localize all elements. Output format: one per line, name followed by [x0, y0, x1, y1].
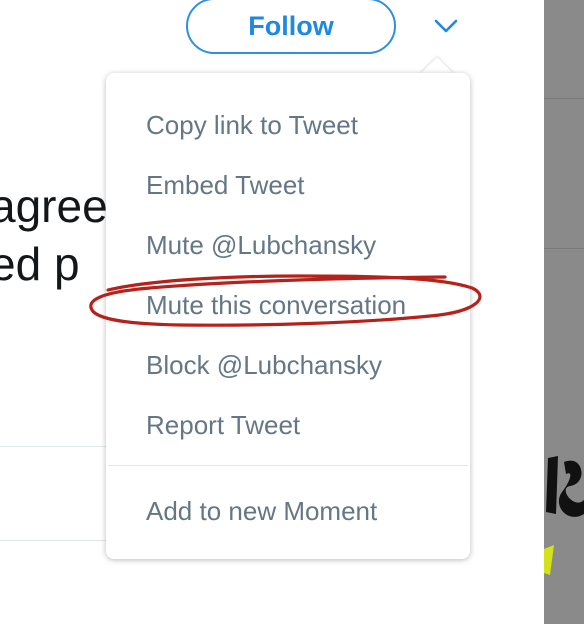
- tweet-text-line-2: ed p: [0, 238, 80, 290]
- menu-divider: [108, 465, 468, 466]
- menu-item-mute-conversation[interactable]: Mute this conversation: [146, 290, 406, 320]
- follow-button[interactable]: Follow: [186, 0, 396, 54]
- tweet-text-line-1: agree: [0, 180, 108, 232]
- tweet-actions-menu: Copy link to Tweet Embed Tweet Mute @Lub…: [106, 73, 470, 559]
- divider: [0, 446, 120, 447]
- divider: [0, 540, 120, 541]
- divider: [544, 98, 584, 99]
- menu-item-report-tweet[interactable]: Report Tweet: [146, 410, 300, 440]
- menu-item-mute-user[interactable]: Mute @Lubchansky: [146, 230, 376, 260]
- divider: [544, 248, 584, 249]
- menu-item-embed-tweet[interactable]: Embed Tweet: [146, 170, 305, 200]
- menu-item-block-user[interactable]: Block @Lubchansky: [146, 350, 382, 380]
- background-panel: [544, 0, 584, 624]
- chevron-down-icon[interactable]: [430, 12, 462, 40]
- menu-caret: [420, 57, 454, 74]
- menu-item-copy-link[interactable]: Copy link to Tweet: [146, 110, 358, 140]
- background-image: [544, 440, 584, 530]
- background-image: [544, 545, 584, 585]
- menu-item-add-to-moment[interactable]: Add to new Moment: [146, 496, 377, 526]
